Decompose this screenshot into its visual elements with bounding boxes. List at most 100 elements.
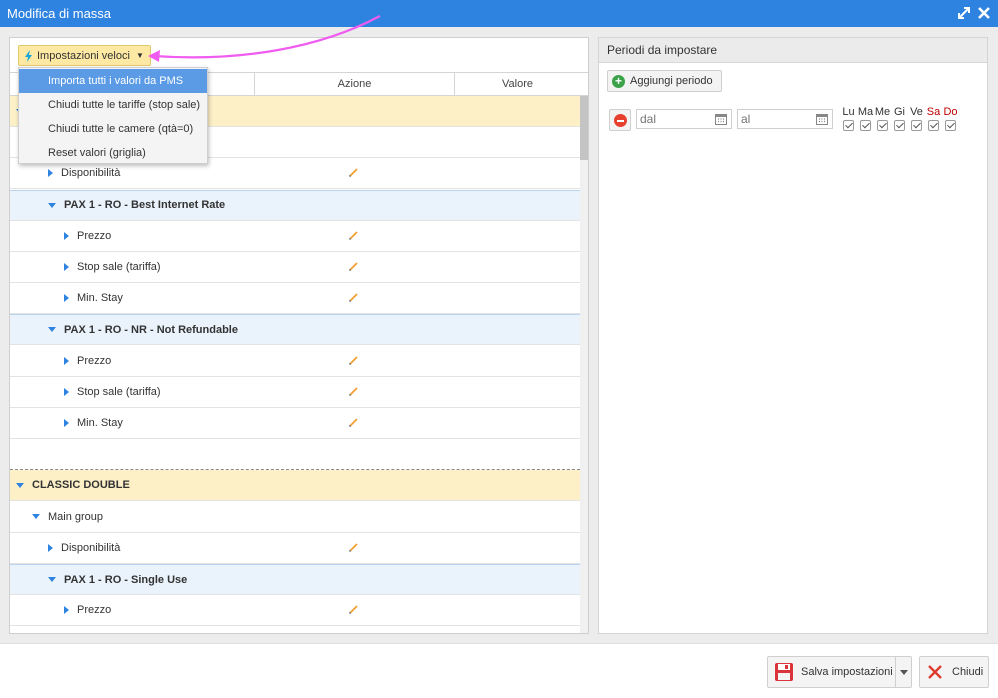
weekday-checkbox[interactable]	[877, 120, 888, 131]
weekday-label: Ma	[857, 106, 874, 118]
weekday-checkbox[interactable]	[911, 120, 922, 131]
row-label: CLASSIC DOUBLE	[32, 479, 130, 492]
calendar-icon[interactable]	[715, 113, 727, 125]
group-row[interactable]: Main group	[10, 502, 580, 533]
row-label-wrap: PAX 1 - RO - Best Internet Rate	[10, 199, 225, 211]
collapse-arrow-icon[interactable]	[48, 577, 56, 582]
row-label: PAX 1 - RO - NR - Not Refundable	[64, 323, 238, 336]
row-label-wrap: Min. Stay	[10, 417, 123, 429]
save-settings-label: Salva impostazioni	[801, 666, 893, 678]
pencil-icon[interactable]	[348, 603, 360, 615]
menu-item-stop-sale-rates[interactable]: Chiudi tutte le tariffe (stop sale)	[19, 93, 207, 117]
rate-row[interactable]: PAX 1 - RO - NR - Not Refundable	[10, 314, 580, 346]
save-options-dropdown[interactable]	[895, 657, 911, 687]
quick-settings-menu: Importa tutti i valori da PMS Chiudi tut…	[18, 67, 208, 164]
weekday-checkbox[interactable]	[860, 120, 871, 131]
expand-arrow-icon[interactable]	[48, 169, 53, 178]
add-period-button[interactable]: + Aggiungi periodo	[607, 70, 722, 92]
expand-arrow-icon[interactable]	[64, 419, 69, 427]
table-row[interactable]: Prezzo	[10, 221, 580, 252]
save-settings-button[interactable]: Salva impostazioni	[767, 656, 912, 688]
menu-item-import-pms[interactable]: Importa tutti i valori da PMS	[19, 69, 207, 93]
weekday-gi: Gi	[891, 106, 908, 134]
weekday-label: Gi	[894, 106, 905, 118]
column-header-azione[interactable]: Azione	[254, 73, 454, 95]
pencil-icon[interactable]	[348, 291, 360, 303]
weekday-label: Do	[943, 106, 958, 118]
periods-title: Periodi da impostare	[599, 38, 987, 63]
expand-arrow-icon[interactable]	[64, 606, 69, 615]
table-row[interactable]: Min. Stay	[10, 408, 580, 439]
grid-scrollbar[interactable]	[580, 96, 588, 633]
save-settings-main[interactable]: Salva impostazioni	[768, 657, 895, 687]
expand-arrow-icon[interactable]	[64, 263, 69, 271]
dialog-footer: Salva impostazioni Chiudi	[0, 643, 998, 698]
row-label-wrap: Stop sale (tariffa)	[10, 261, 161, 273]
row-label: Prezzo	[77, 229, 112, 242]
rate-row[interactable]: PAX 1 - RO - Best Internet Rate	[10, 189, 580, 221]
weekday-label: Lu	[842, 106, 855, 118]
expand-arrow-icon[interactable]	[64, 387, 69, 396]
collapse-arrow-icon[interactable]	[48, 202, 56, 208]
expand-arrow-icon[interactable]	[64, 356, 69, 365]
expand-arrow-icon[interactable]	[48, 543, 53, 552]
weekday-checkbox[interactable]	[928, 120, 939, 131]
weekday-checkbox[interactable]	[945, 120, 956, 131]
window-titlebar: Modifica di massa	[0, 0, 998, 27]
quick-settings-label: Impostazioni veloci	[37, 49, 130, 62]
table-row[interactable]: Stop sale (tariffa)	[10, 377, 580, 408]
collapse-arrow-icon[interactable]	[32, 514, 40, 520]
calendar-icon[interactable]	[816, 113, 828, 125]
plus-icon: +	[612, 74, 625, 88]
rate-row[interactable]: PAX 1 - RO - Single Use	[10, 564, 580, 595]
row-separator	[10, 439, 580, 471]
weekday-lu: Lu	[840, 106, 857, 134]
floppy-disk-icon	[775, 663, 793, 681]
row-label: PAX 1 - RO - Single Use	[64, 573, 188, 586]
weekday-checkbox[interactable]	[894, 120, 905, 131]
minus-icon	[614, 114, 627, 127]
close-x-icon	[928, 665, 942, 679]
close-button[interactable]: Chiudi	[919, 656, 989, 688]
row-label-wrap: PAX 1 - RO - Single Use	[10, 574, 187, 586]
row-label-wrap: Prezzo	[10, 604, 111, 616]
expand-arrow-icon[interactable]	[64, 231, 69, 240]
weekday-label: Sa	[926, 106, 941, 118]
pencil-icon[interactable]	[348, 229, 360, 241]
remove-period-button[interactable]	[609, 109, 631, 131]
table-row[interactable]: Stop sale (tariffa)	[10, 252, 580, 283]
maximize-icon[interactable]	[956, 5, 972, 21]
quick-settings-button[interactable]: Impostazioni veloci ▼	[18, 45, 151, 66]
row-label: Prezzo	[77, 354, 112, 367]
table-row[interactable]: Disponibilità	[10, 533, 580, 564]
table-row[interactable]: Prezzo	[10, 595, 580, 627]
row-label: Main group	[48, 510, 104, 523]
pencil-icon[interactable]	[348, 354, 360, 366]
pencil-icon[interactable]	[348, 260, 360, 272]
add-period-label: Aggiungi periodo	[630, 75, 713, 87]
close-icon[interactable]	[976, 5, 992, 21]
pencil-icon[interactable]	[348, 385, 360, 397]
row-label-wrap: Disponibilità	[10, 167, 120, 179]
window-title: Modifica di massa	[7, 6, 112, 21]
table-row[interactable]: Prezzo	[10, 346, 580, 377]
pencil-icon[interactable]	[348, 541, 360, 553]
menu-item-reset-grid[interactable]: Reset valori (griglia)	[19, 141, 207, 165]
weekday-ve: Ve	[908, 106, 925, 134]
menu-item-close-rooms[interactable]: Chiudi tutte le camere (qtà=0)	[19, 117, 207, 141]
pencil-icon[interactable]	[348, 416, 360, 428]
weekday-selector: Lu Ma Me Gi Ve Sa Do	[840, 106, 959, 134]
column-header-valore[interactable]: Valore	[454, 73, 580, 95]
pencil-icon[interactable]	[348, 166, 360, 178]
expand-arrow-icon[interactable]	[64, 294, 69, 303]
table-row[interactable]: Min. Stay	[10, 283, 580, 315]
scrollbar-thumb[interactable]	[580, 96, 588, 160]
row-label-wrap: CLASSIC DOUBLE	[10, 479, 130, 491]
row-label: Stop sale (tariffa)	[77, 385, 161, 398]
room-row[interactable]: CLASSIC DOUBLE	[10, 470, 580, 502]
collapse-arrow-icon[interactable]	[48, 327, 56, 333]
collapse-arrow-icon[interactable]	[16, 482, 24, 488]
weekday-checkbox[interactable]	[843, 120, 854, 131]
row-label: Min. Stay	[77, 417, 123, 429]
row-label: PAX 1 - RO - Best Internet Rate	[64, 199, 226, 212]
